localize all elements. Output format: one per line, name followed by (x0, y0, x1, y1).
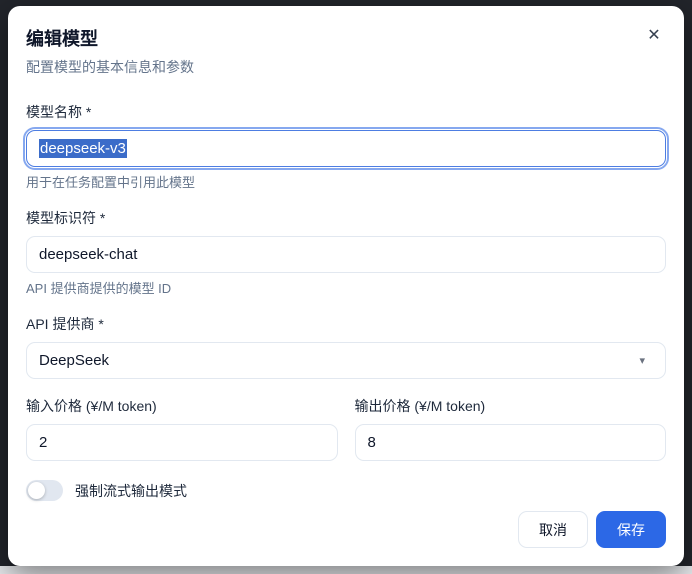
force-stream-toggle[interactable] (26, 480, 63, 501)
cancel-button[interactable]: 取消 (518, 511, 588, 548)
dialog-header: 编辑模型 配置模型的基本信息和参数 ✕ (26, 24, 666, 76)
price-row: 输入价格 (¥/M token) 输出价格 (¥/M token) (26, 396, 666, 461)
provider-selected-value: DeepSeek (39, 352, 109, 369)
output-price-label: 输出价格 (¥/M token) (355, 396, 667, 416)
input-price-label: 输入价格 (¥/M token) (26, 396, 338, 416)
chevron-down-icon: ▾ (639, 354, 645, 367)
dialog-footer: 取消 保存 (26, 511, 666, 552)
close-icon[interactable]: ✕ (642, 24, 666, 48)
model-name-input[interactable]: deepseek-v3 (26, 130, 666, 167)
provider-select[interactable]: DeepSeek ▾ (26, 342, 666, 379)
model-id-label: 模型标识符 * (26, 208, 666, 228)
model-name-value: deepseek-v3 (39, 139, 127, 158)
dialog-subtitle: 配置模型的基本信息和参数 (26, 58, 666, 76)
input-price-input[interactable] (26, 424, 338, 461)
model-name-group: 模型名称 * deepseek-v3 用于在任务配置中引用此模型 (26, 102, 666, 191)
provider-label: API 提供商 * (26, 314, 666, 334)
toggle-knob (28, 482, 45, 499)
model-id-group: 模型标识符 * API 提供商提供的模型 ID (26, 208, 666, 297)
input-price-group: 输入价格 (¥/M token) (26, 396, 338, 461)
model-name-label: 模型名称 * (26, 102, 666, 122)
save-button[interactable]: 保存 (596, 511, 666, 548)
model-name-helper: 用于在任务配置中引用此模型 (26, 175, 666, 191)
output-price-group: 输出价格 (¥/M token) (355, 396, 667, 461)
output-price-input[interactable] (355, 424, 667, 461)
force-stream-label: 强制流式输出模式 (75, 481, 187, 501)
dialog-title: 编辑模型 (26, 26, 666, 52)
force-stream-row: 强制流式输出模式 (26, 480, 666, 501)
model-id-input[interactable] (26, 236, 666, 273)
provider-group: API 提供商 * DeepSeek ▾ (26, 314, 666, 379)
model-id-helper: API 提供商提供的模型 ID (26, 281, 666, 297)
edit-model-dialog: 编辑模型 配置模型的基本信息和参数 ✕ 模型名称 * deepseek-v3 用… (8, 6, 684, 566)
